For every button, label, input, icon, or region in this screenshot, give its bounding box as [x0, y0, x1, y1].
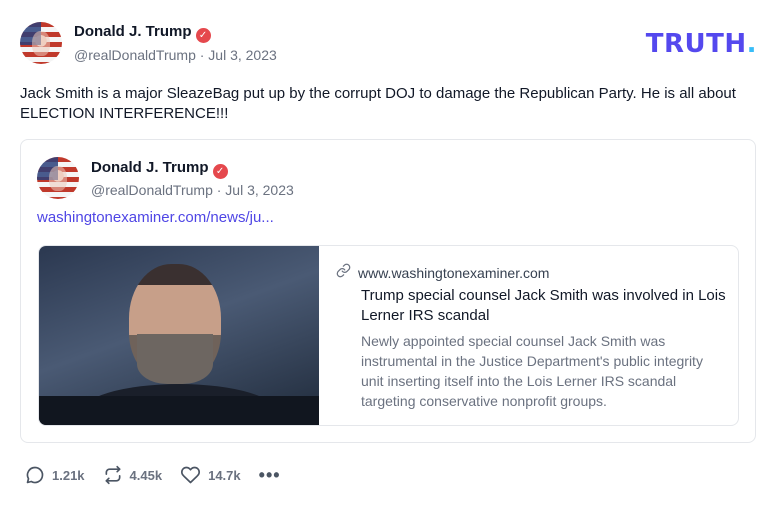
quoted-author-name[interactable]: Donald J. Trump — [91, 159, 209, 176]
retruth-button[interactable]: 4.45k — [103, 465, 163, 485]
reply-button[interactable]: 1.21k — [25, 465, 85, 485]
author-name[interactable]: Donald J. Trump — [74, 23, 192, 40]
link-title[interactable]: Trump special counsel Jack Smith was inv… — [361, 286, 726, 326]
post-actions-bar: 1.21k 4.45k 14.7k ••• — [25, 463, 281, 487]
link-description: Newly appointed special counsel Jack Smi… — [361, 333, 703, 409]
quoted-author-avatar[interactable] — [37, 157, 79, 199]
retruth-icon — [103, 465, 123, 485]
retruth-count: 4.45k — [129, 467, 163, 483]
image-foreground — [39, 396, 319, 425]
reply-count: 1.21k — [52, 467, 85, 483]
like-button[interactable]: 14.7k — [180, 465, 241, 485]
author-avatar[interactable] — [20, 22, 62, 64]
reply-icon — [25, 465, 45, 485]
like-count: 14.7k — [208, 467, 241, 483]
author-handle-date[interactable]: @realDonaldTrump · Jul 3, 2023 — [74, 47, 277, 63]
quoted-author-name-row[interactable]: Donald J. Trump ✓ — [91, 159, 228, 179]
link-domain-row: www.washingtonexaminer.com — [336, 263, 549, 282]
logo-text: TRUTH — [645, 29, 747, 59]
post-text: Jack Smith is a major SleazeBag put up b… — [20, 85, 736, 122]
logo-dot: . — [746, 29, 757, 59]
link-preview-card[interactable]: www.washingtonexaminer.com Trump special… — [38, 245, 739, 426]
more-icon[interactable]: ••• — [259, 465, 281, 486]
link-icon — [336, 263, 352, 282]
author-name-row[interactable]: Donald J. Trump ✓ — [74, 23, 211, 43]
truth-social-logo[interactable]: TRUTH. — [646, 29, 757, 59]
link-domain: www.washingtonexaminer.com — [358, 265, 550, 281]
verified-badge-icon: ✓ — [212, 164, 228, 179]
verified-badge-icon: ✓ — [195, 28, 211, 43]
quoted-author-handle-date[interactable]: @realDonaldTrump · Jul 3, 2023 — [91, 182, 294, 198]
image-beard — [137, 334, 213, 384]
link-preview-image[interactable] — [39, 246, 319, 425]
quoted-post-card[interactable]: Donald J. Trump ✓ @realDonaldTrump · Jul … — [20, 139, 756, 443]
heart-icon — [180, 465, 201, 485]
quoted-post-link[interactable]: washingtonexaminer.com/news/ju... — [37, 209, 274, 226]
